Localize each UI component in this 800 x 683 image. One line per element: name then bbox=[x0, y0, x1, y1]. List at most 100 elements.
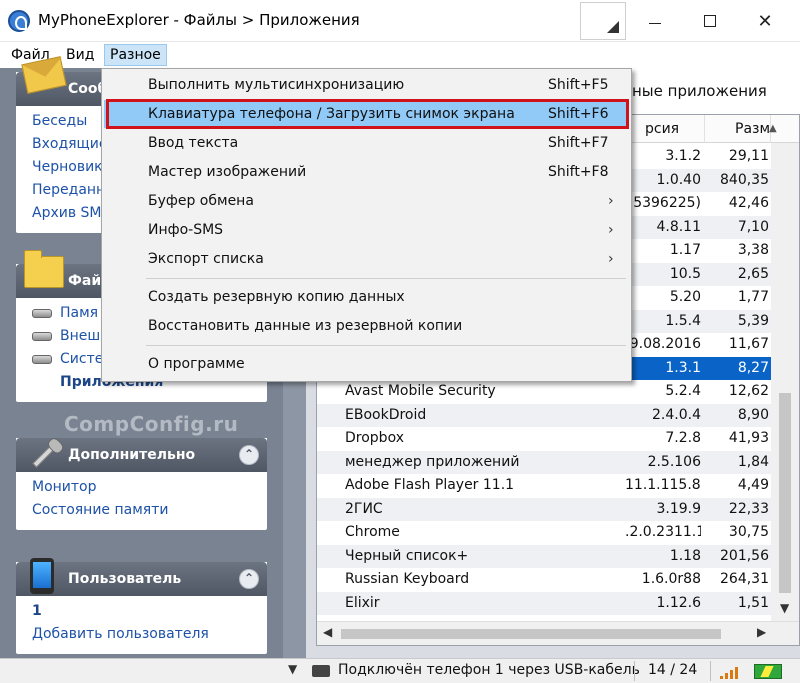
content-title: ные приложения bbox=[632, 82, 767, 100]
folder-icon bbox=[24, 250, 64, 288]
table-row[interactable]: Avast Mobile Security 5.2.4 12,62 bbox=[317, 380, 771, 404]
cell-version: 11.1.115.81 bbox=[625, 477, 701, 493]
submenu-arrow-icon: › bbox=[608, 251, 614, 267]
menu-item-text-input[interactable]: Ввод текста Shift+F7 bbox=[104, 129, 629, 157]
sidebar-item-memory-status[interactable]: Состояние памяти bbox=[16, 499, 267, 522]
cell-version: 2.4.0.4 bbox=[652, 406, 701, 423]
scroll-up-icon[interactable]: ▲ bbox=[769, 123, 777, 134]
menu-separator bbox=[146, 345, 626, 346]
table-row[interactable]: Dropbox 7.2.8 41,93 bbox=[317, 427, 771, 451]
highlight-frame bbox=[106, 99, 629, 129]
table-row[interactable]: менеджер приложений 2.5.106 1,84 bbox=[317, 450, 771, 474]
minimize-button[interactable] bbox=[630, 0, 680, 42]
battery-charging-icon bbox=[754, 664, 782, 679]
cell-name: менеджер приложений bbox=[345, 453, 520, 470]
user-panel: Пользователь ⌃ 1 Добавить пользователя bbox=[16, 558, 267, 654]
table-row[interactable]: 2ГИС 3.19.9 22,33 bbox=[317, 497, 771, 521]
table-row[interactable]: Черный список+ 1.18 201,56 bbox=[317, 544, 771, 568]
resize-grip-icon[interactable] bbox=[580, 2, 626, 40]
scroll-down-icon[interactable]: ▼ bbox=[780, 601, 789, 615]
disk-icon bbox=[32, 309, 52, 318]
cell-size: 264,31 bbox=[720, 571, 769, 587]
menu-item-restore[interactable]: Восстановить данные из резервной копии bbox=[104, 312, 629, 340]
menu-item-multisync[interactable]: Выполнить мультисинхронизацию Shift+F5 bbox=[104, 71, 629, 99]
maximize-button[interactable] bbox=[685, 0, 735, 42]
chevron-down-icon[interactable]: ▼ bbox=[288, 662, 297, 676]
menu-item-label: Восстановить данные из резервной копии bbox=[148, 318, 463, 334]
tools-icon bbox=[32, 442, 58, 468]
menu-item-about[interactable]: О программе bbox=[104, 350, 629, 378]
cell-version: .2.0.2311.111 bbox=[625, 524, 701, 540]
submenu-arrow-icon: › bbox=[608, 193, 614, 209]
menu-item-shortcut: Shift+F5 bbox=[548, 77, 609, 93]
menu-item-backup[interactable]: Создать резервную копию данных bbox=[104, 283, 629, 311]
scroll-right-icon[interactable]: ▶ bbox=[757, 625, 766, 639]
collapse-icon[interactable]: ⌃ bbox=[239, 569, 259, 589]
menu-item-shortcut: Shift+F7 bbox=[548, 135, 609, 151]
cell-name: Черный список+ bbox=[345, 547, 469, 564]
scrollbar-thumb[interactable] bbox=[779, 393, 791, 593]
table-row[interactable]: EBookDroid 2.4.0.4 8,90 bbox=[317, 403, 771, 427]
submenu-arrow-icon: › bbox=[608, 222, 614, 238]
horizontal-scrollbar[interactable]: ◀ ▶ bbox=[317, 621, 799, 645]
cell-name: Dropbox bbox=[345, 430, 404, 446]
cell-name: Adobe Flash Player 11.1 bbox=[345, 477, 515, 493]
cell-size: 1,51 bbox=[737, 594, 769, 611]
watermark: CompConfig.ru bbox=[64, 412, 239, 436]
cell-size: 2,65 bbox=[737, 265, 769, 282]
cell-version: 5.20 bbox=[669, 289, 701, 305]
status-bar: ▼ Подключён телефон 1 через USB-кабель 1… bbox=[0, 658, 800, 683]
scrollbar-thumb[interactable] bbox=[341, 629, 721, 639]
maximize-icon bbox=[704, 15, 716, 27]
sidebar-item-monitor[interactable]: Монитор bbox=[16, 476, 267, 499]
menu-bar: Файл Вид Разное bbox=[0, 42, 800, 68]
column-header-version[interactable]: рсия bbox=[625, 115, 705, 143]
cell-version: 1.12.6 bbox=[656, 594, 701, 611]
vertical-scrollbar[interactable]: ▼ bbox=[771, 143, 799, 621]
cell-size: 840,35 bbox=[720, 171, 769, 188]
cell-size: 1,84 bbox=[737, 453, 769, 470]
column-header-size[interactable]: Разм bbox=[705, 115, 771, 143]
item-count: 14 / 24 bbox=[648, 662, 698, 678]
cell-name: Elixir bbox=[345, 594, 380, 611]
menu-item-image-wizard[interactable]: Мастер изображений Shift+F8 bbox=[104, 158, 629, 186]
menu-item-label: Инфо-SMS bbox=[148, 222, 224, 238]
status-divider bbox=[710, 661, 711, 681]
close-icon: ✕ bbox=[757, 10, 773, 32]
cell-size: 41,93 bbox=[728, 430, 769, 446]
window-title: MyPhoneExplorer - Файлы > Приложения bbox=[38, 11, 360, 29]
cell-size: 11,67 bbox=[728, 336, 769, 352]
menu-view[interactable]: Вид bbox=[61, 44, 99, 66]
user-panel-header[interactable]: Пользователь ⌃ bbox=[16, 558, 267, 596]
signal-icon bbox=[720, 665, 746, 679]
files-panel-title: Фай bbox=[68, 273, 102, 289]
menu-item-info-sms[interactable]: Инфо-SMS › bbox=[104, 216, 629, 244]
scroll-left-icon[interactable]: ◀ bbox=[323, 625, 332, 639]
sidebar-item-add-user[interactable]: Добавить пользователя bbox=[16, 623, 267, 646]
collapse-icon[interactable]: ⌃ bbox=[239, 445, 259, 465]
user-panel-title: Пользователь bbox=[68, 571, 182, 587]
table-row[interactable]: Russian Keyboard 1.6.0r88 264,31 bbox=[317, 568, 771, 592]
close-button[interactable]: ✕ bbox=[740, 0, 790, 42]
cell-size: 29,11 bbox=[728, 148, 769, 164]
menu-item-label: Буфер обмена bbox=[148, 193, 254, 209]
disk-icon bbox=[32, 355, 52, 364]
sidebar-item-label: Внеш bbox=[60, 328, 101, 344]
sidebar-item-user-1[interactable]: 1 bbox=[16, 600, 267, 623]
cell-version: 1.6.0r88 bbox=[641, 571, 701, 587]
table-row[interactable]: Elixir 1.12.6 1,51 bbox=[317, 591, 771, 615]
menu-item-label: Выполнить мультисинхронизацию bbox=[148, 77, 405, 93]
cell-version: 2.5.106 bbox=[647, 453, 701, 470]
table-row[interactable]: Chrome .2.0.2311.111 30,75 bbox=[317, 521, 771, 545]
menu-item-export-list[interactable]: Экспорт списка › bbox=[104, 245, 629, 273]
cell-name: Chrome bbox=[345, 524, 400, 540]
menu-misc[interactable]: Разное bbox=[104, 44, 167, 66]
extra-panel-header[interactable]: Дополнительно ⌃ bbox=[16, 438, 267, 472]
menu-item-clipboard[interactable]: Буфер обмена › bbox=[104, 187, 629, 215]
table-row[interactable]: Adobe Flash Player 11.1 11.1.115.81 4,49 bbox=[317, 474, 771, 498]
menu-item-label: Экспорт списка bbox=[148, 251, 264, 267]
cell-name: 2ГИС bbox=[345, 500, 383, 517]
cell-version: 5396225) bbox=[633, 195, 701, 211]
menu-item-label: Ввод текста bbox=[148, 135, 239, 151]
cell-size: 42,46 bbox=[728, 195, 769, 211]
